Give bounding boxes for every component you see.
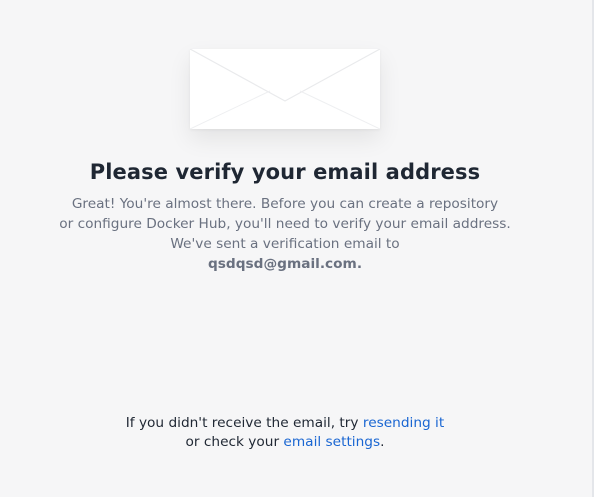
email-settings-link[interactable]: email settings — [283, 434, 380, 450]
verification-message: Great! You're almost there. Before you c… — [0, 194, 570, 274]
footer-prefix-text: If you didn't receive the email, try — [125, 415, 363, 431]
message-line-1: Great! You're almost there. Before you c… — [71, 196, 499, 212]
email-address: qsdqsd@gmail.com. — [207, 256, 363, 272]
resend-link[interactable]: resending it — [363, 415, 444, 431]
page-title: Please verify your email address — [89, 160, 481, 184]
message-line-3: We've sent a verification email to — [170, 236, 400, 252]
resend-instructions: If you didn't receive the email, try res… — [0, 414, 570, 452]
envelope-icon — [190, 49, 380, 129]
footer-suffix-text: . — [380, 434, 385, 450]
message-line-2: or configure Docker Hub, you'll need to … — [59, 216, 511, 232]
footer-middle-text: or check your — [185, 434, 284, 450]
